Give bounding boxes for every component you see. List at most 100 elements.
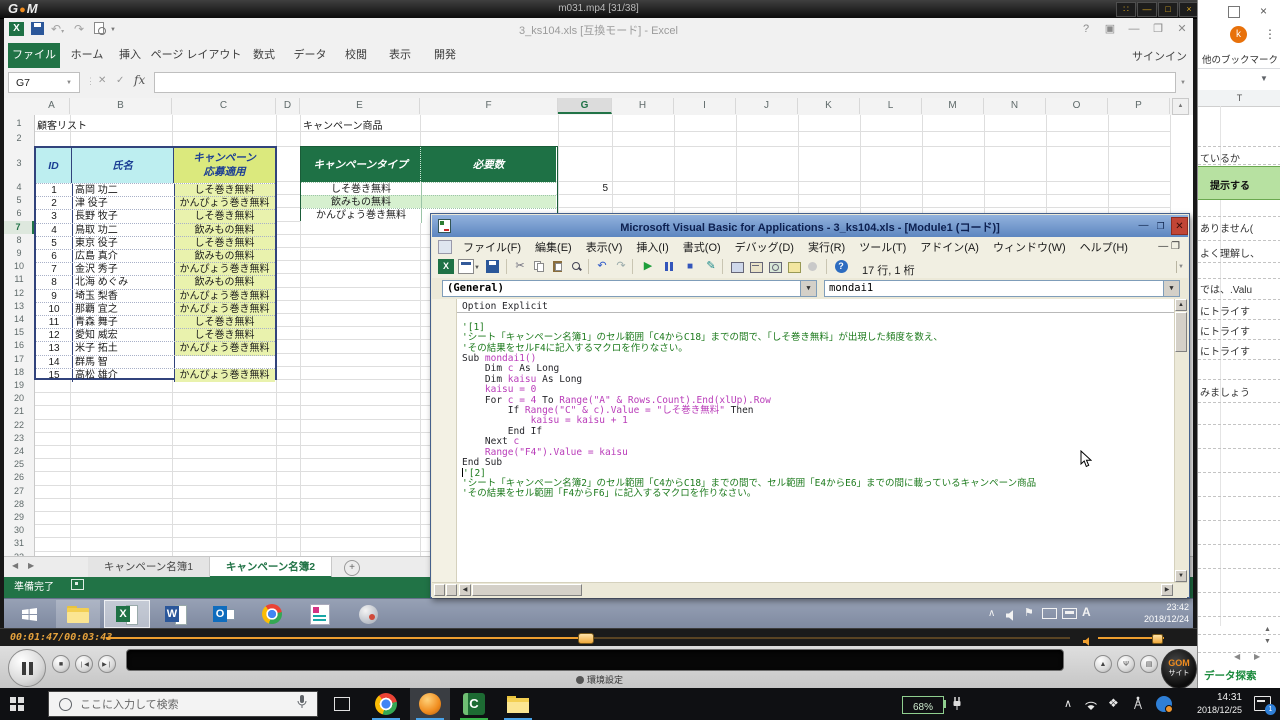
taskbar-file-explorer-icon[interactable] <box>498 688 538 720</box>
column-header-O[interactable]: O <box>1046 98 1108 114</box>
browser-menu-icon[interactable]: ⋮ <box>1264 27 1276 41</box>
column-header-L[interactable]: L <box>860 98 922 114</box>
gom-maximize-button[interactable]: □ <box>1158 2 1178 17</box>
excel-restore-button[interactable]: ❐ <box>1148 21 1168 37</box>
seek-handle[interactable] <box>578 633 594 644</box>
browser-maximize-button[interactable] <box>1228 6 1240 18</box>
wifi-icon[interactable] <box>1084 698 1098 716</box>
avatar[interactable]: k <box>1230 26 1247 43</box>
gom-volume-icon[interactable] <box>1083 633 1094 651</box>
design-mode-icon[interactable]: ✎ <box>703 259 719 274</box>
view-excel-icon[interactable]: X <box>438 259 454 274</box>
column-header-I[interactable]: I <box>674 98 736 114</box>
enter-icon[interactable]: ✓ <box>116 75 124 86</box>
row-header-21[interactable]: 21 <box>4 405 35 418</box>
gom-minimize-button[interactable]: — <box>1137 2 1157 17</box>
row-header-26[interactable]: 26 <box>4 471 35 484</box>
vba-close-button[interactable]: ✕ <box>1171 217 1188 235</box>
ribbon-tab-4[interactable]: 数式 <box>242 43 286 68</box>
vba-title-bar[interactable]: Microsoft Visual Basic for Applications … <box>432 215 1188 237</box>
formula-bar-expand-icon[interactable]: ▼ <box>1180 80 1186 86</box>
properties-window-icon[interactable] <box>748 259 764 274</box>
column-header-B[interactable]: B <box>70 98 172 114</box>
vba-menu-5[interactable]: 書式(O) <box>676 239 728 255</box>
bookmarks-chevron-icon[interactable]: ▼ <box>1260 74 1268 83</box>
row-header-19[interactable]: 19 <box>4 379 35 392</box>
highlighted-cell[interactable]: 提示する <box>1198 166 1280 200</box>
gom-title-bar[interactable]: G●M m031.mp4 [31/38] ∷ — □ × <box>0 0 1197 19</box>
column-header-A[interactable]: A <box>34 98 70 114</box>
row-header-8[interactable]: 8 <box>4 234 35 247</box>
column-header-G[interactable]: G <box>558 98 612 114</box>
vba-undo-icon[interactable]: ↶ <box>594 259 610 274</box>
tray-display-icon[interactable] <box>1042 608 1057 619</box>
vba-minimize-button[interactable]: — <box>1136 220 1151 233</box>
row-header-28[interactable]: 28 <box>4 498 35 511</box>
sheet-scroll-up-icon[interactable]: ▲ <box>1264 626 1271 633</box>
ribbon-tab-5[interactable]: データ <box>286 43 334 68</box>
tray-flag-icon[interactable]: ⚑ <box>1024 606 1034 619</box>
video-file-explorer-icon[interactable] <box>56 600 100 628</box>
vba-restore-button[interactable]: ❐ <box>1153 220 1168 233</box>
row-header-5[interactable]: 5 <box>4 194 35 207</box>
capture-button[interactable]: Ψ <box>1117 655 1135 673</box>
margin-indicator-bar[interactable] <box>432 299 457 582</box>
paste-icon[interactable] <box>550 259 566 274</box>
column-header-C[interactable]: C <box>172 98 276 114</box>
column-header-E[interactable]: E <box>300 98 420 114</box>
open-file-button[interactable]: ▲ <box>1094 655 1112 673</box>
tab-file[interactable]: ファイル <box>8 43 60 68</box>
taskbar-gom-icon[interactable] <box>410 688 450 720</box>
row-header-6[interactable]: 6 <box>4 207 35 220</box>
gom-close-button[interactable]: × <box>1179 2 1199 17</box>
video-word-icon[interactable]: W <box>154 600 198 628</box>
row-header-11[interactable]: 11 <box>4 273 35 286</box>
excel-close-button[interactable]: ✕ <box>1172 21 1192 37</box>
pause-button[interactable] <box>8 649 46 687</box>
vertical-scrollbar-up-icon[interactable]: ▲ <box>1172 98 1189 115</box>
vba-menu-4[interactable]: 挿入(I) <box>629 239 675 255</box>
row-header-3[interactable]: 3 <box>4 146 35 181</box>
macro-record-icon[interactable] <box>71 579 84 590</box>
vba-menu-8[interactable]: ツール(T) <box>852 239 913 255</box>
vba-save-icon[interactable] <box>486 260 499 273</box>
sheet-nav-prev-icon[interactable]: ◀ <box>12 561 18 570</box>
code-editor[interactable]: Option Explicit'[1]'シート「キャンペーン名簿1」のセル範囲「… <box>432 299 1174 582</box>
stop-button[interactable]: ■ <box>52 655 70 673</box>
vba-menu-3[interactable]: 表示(V) <box>579 239 630 255</box>
video-clock[interactable]: 23:422018/12/24 <box>1134 602 1189 625</box>
project-explorer-icon[interactable] <box>729 259 745 274</box>
video-notes-app-icon[interactable] <box>298 600 342 628</box>
row-header-16[interactable]: 16 <box>4 339 35 352</box>
qat-customize-icon[interactable]: ▼ <box>110 27 116 33</box>
toolbox-icon[interactable] <box>786 259 802 274</box>
sheet-tab-2[interactable]: キャンペーン名簿2 <box>210 557 332 578</box>
tray-ime-indicator[interactable]: A <box>1082 605 1091 619</box>
row-header-10[interactable]: 10 <box>4 260 35 273</box>
row-header-2[interactable]: 2 <box>4 131 35 146</box>
data-explore-label[interactable]: データ探索 <box>1204 668 1257 683</box>
vba-redo-icon[interactable]: ↷ <box>613 259 629 274</box>
playlist-button[interactable]: ▤ <box>1140 655 1158 673</box>
row-header-15[interactable]: 15 <box>4 326 35 339</box>
row-header-12[interactable]: 12 <box>4 287 35 300</box>
column-header-K[interactable]: K <box>798 98 860 114</box>
ribbon-tab-8[interactable]: 開発 <box>422 43 468 68</box>
start-button[interactable] <box>10 697 24 711</box>
row-header-4[interactable]: 4 <box>4 181 35 194</box>
row-header-29[interactable]: 29 <box>4 511 35 524</box>
vba-menu-10[interactable]: ウィンドウ(W) <box>986 239 1073 255</box>
row-header-13[interactable]: 13 <box>4 300 35 313</box>
vba-menu-9[interactable]: アドイン(A) <box>913 239 986 255</box>
excel-help-button[interactable]: ? <box>1076 21 1096 37</box>
ribbon-tab-2[interactable]: 挿入 <box>110 43 150 68</box>
vba-menu-7[interactable]: 実行(R) <box>801 239 852 255</box>
gom-settings-button[interactable]: 環境設定 <box>576 673 623 686</box>
find-icon[interactable] <box>569 259 585 274</box>
formula-input[interactable] <box>154 72 1176 93</box>
insert-userform-icon[interactable] <box>458 259 474 274</box>
video-outlook-icon[interactable]: O <box>202 600 246 628</box>
notification-center-icon[interactable]: 1 <box>1254 696 1271 711</box>
gom-site-button[interactable]: GOM サイト <box>1161 649 1197 689</box>
procedure-dropdown[interactable]: mondai1▼ <box>824 280 1180 297</box>
